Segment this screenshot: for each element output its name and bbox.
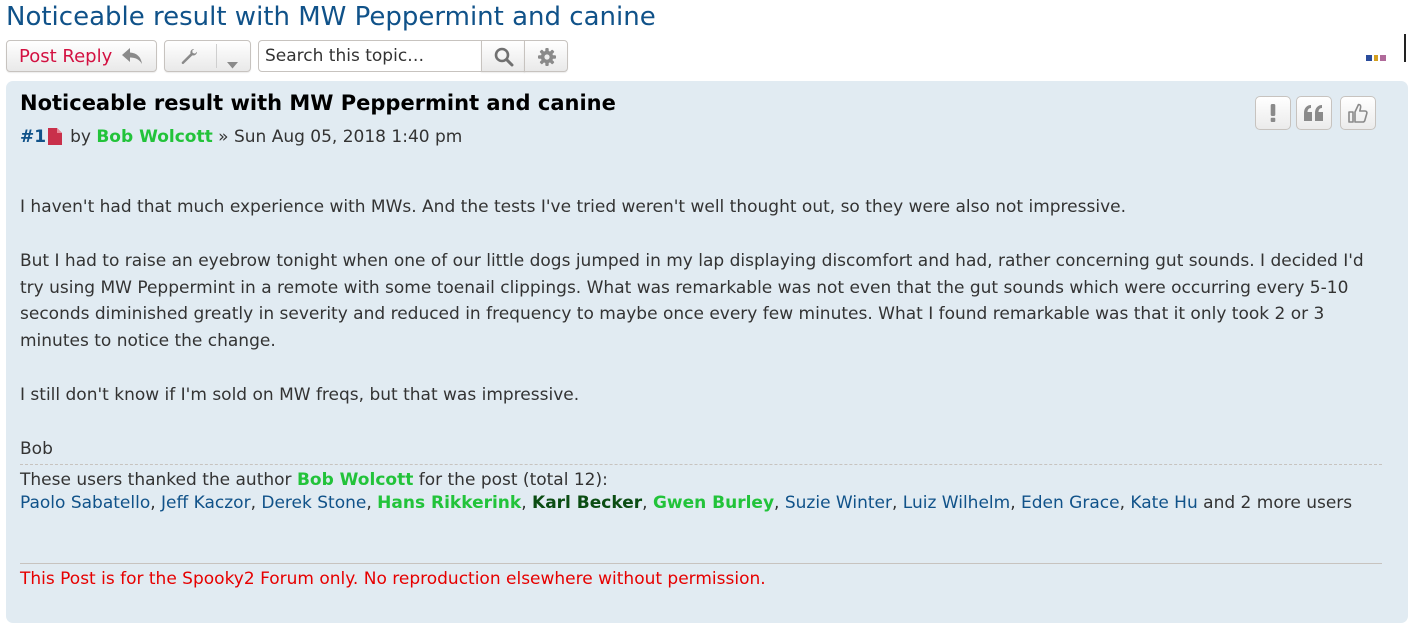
search-button[interactable] [481, 40, 525, 72]
magnifier-icon [494, 47, 514, 71]
pdf-icon[interactable] [48, 128, 63, 150]
post-meta: #1 by Bob Wolcott » Sun Aug 05, 2018 1:40… [20, 127, 462, 150]
wrench-icon [180, 48, 200, 70]
thanks-user-link[interactable]: Eden Grace [1021, 493, 1120, 513]
thanks-user-link[interactable]: Luiz Wilhelm [903, 493, 1010, 513]
thanks-prefix: These users thanked the author [20, 470, 292, 490]
thanks-user-link[interactable]: Kate Hu [1130, 493, 1197, 513]
post-number-link[interactable]: #1 [20, 127, 46, 147]
thanks-suffix: for the post (total 12): [418, 470, 608, 490]
date-separator: » [218, 127, 229, 147]
thanks-and-label: and [1203, 493, 1236, 513]
thanks-more-label: more users [1256, 493, 1353, 513]
thanks-user-link[interactable]: Suzie Winter [785, 493, 892, 513]
post-signature: Bob [20, 438, 53, 459]
quote-button[interactable] [1296, 96, 1332, 130]
thanks-author-link[interactable]: Bob Wolcott [297, 470, 413, 490]
post-author-link[interactable]: Bob Wolcott [96, 127, 212, 147]
topic-tools-button[interactable] [164, 40, 251, 72]
flags-icon [1366, 46, 1392, 65]
chevron-down-icon [227, 54, 238, 73]
post-paragraph: I haven't had that much experience with … [20, 197, 1126, 217]
thanks-user-link[interactable]: Hans Rikkerink [377, 493, 521, 513]
reproduction-notice: This Post is for the Spooky2 Forum only.… [20, 569, 766, 589]
scroll-edge [1404, 34, 1406, 62]
post-container: Noticeable result with MW Peppermint and… [6, 81, 1408, 623]
thanks-user-link[interactable]: Gwen Burley [653, 493, 774, 513]
post-date: Sun Aug 05, 2018 1:40 pm [233, 127, 463, 147]
topic-title[interactable]: Noticeable result with MW Peppermint and… [6, 0, 656, 34]
thanks-user-link[interactable]: Karl Becker [532, 493, 642, 513]
toolbar-divider [216, 44, 217, 68]
post-body: I haven't had that much experience with … [20, 194, 1384, 462]
by-label: by [70, 127, 91, 147]
post-reply-button[interactable]: Post Reply [6, 40, 157, 72]
gear-icon [537, 47, 557, 71]
thanks-more-count: 2 [1240, 493, 1252, 513]
thanks-users: Paolo Sabatello, Jeff Kaczor, Derek Ston… [20, 493, 1198, 513]
thanks-list: These users thanked the author Bob Wolco… [20, 464, 1382, 515]
post-paragraph: I still don't know if I'm sold on MW fre… [20, 384, 580, 405]
post-reply-label: Post Reply [19, 46, 113, 67]
thanks-user-link[interactable]: Derek Stone [261, 493, 366, 513]
thanks-user-link[interactable]: Jeff Kaczor [161, 493, 251, 513]
advanced-search-button[interactable] [524, 40, 568, 72]
notice-divider [20, 563, 1382, 564]
thanks-button[interactable] [1340, 96, 1376, 130]
post-paragraph: But I had to raise an eyebrow tonight wh… [20, 251, 1364, 351]
thanks-user-link[interactable]: Paolo Sabatello [20, 493, 150, 513]
search-input[interactable] [258, 40, 482, 72]
topic-search [258, 40, 568, 72]
post-title[interactable]: Noticeable result with MW Peppermint and… [20, 91, 616, 115]
reply-arrow-icon [121, 47, 143, 69]
report-button[interactable] [1255, 96, 1291, 130]
